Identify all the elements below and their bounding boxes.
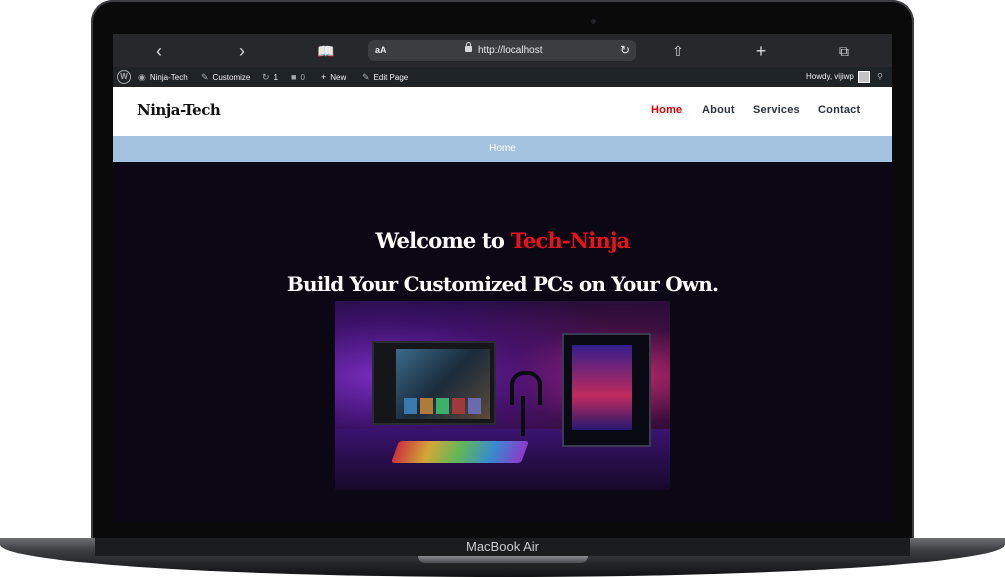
new-content-link[interactable]: + New bbox=[321, 67, 346, 87]
screen: ‹ › 📖 aA http://localhost ↻ ⇧ + ⧉ W ◉ Nin… bbox=[113, 34, 892, 521]
site-header: Ninja-Tech Home About Services Contact bbox=[113, 87, 892, 136]
camera-dot bbox=[591, 19, 596, 24]
updates-link[interactable]: ↻ 1 bbox=[262, 67, 278, 87]
tabs-icon[interactable]: ⧉ bbox=[832, 39, 856, 63]
site-logo[interactable]: Ninja-Tech bbox=[137, 101, 221, 119]
nav-about[interactable]: About bbox=[702, 104, 735, 116]
admin-site-link[interactable]: ◉ Ninja-Tech bbox=[138, 67, 188, 87]
hero-section: Welcome to Tech-Ninja Build Your Customi… bbox=[113, 162, 892, 521]
plus-icon: + bbox=[321, 72, 327, 82]
edit-page-link[interactable]: ✎ Edit Page bbox=[362, 67, 408, 87]
nav-contact[interactable]: Contact bbox=[818, 104, 860, 116]
new-tab-icon[interactable]: + bbox=[749, 39, 773, 63]
back-icon[interactable]: ‹ bbox=[147, 39, 171, 63]
laptop-notch bbox=[418, 556, 588, 563]
nav-home[interactable]: Home bbox=[651, 104, 682, 116]
avatar bbox=[857, 70, 870, 83]
text-size-button[interactable]: aA bbox=[375, 40, 387, 61]
reload-icon[interactable]: ↻ bbox=[620, 40, 630, 61]
nav-services[interactable]: Services bbox=[753, 104, 800, 116]
lock-icon bbox=[465, 42, 472, 52]
breadcrumb: Home bbox=[113, 136, 892, 162]
dashboard-icon: ◉ bbox=[138, 72, 146, 82]
updates-icon: ↻ bbox=[262, 72, 270, 82]
headset-graphic bbox=[510, 371, 542, 405]
customize-link[interactable]: ✎ Customize bbox=[201, 67, 250, 87]
hero-tagline: Build Your Customized PCs on Your Own. bbox=[286, 272, 719, 296]
hero-heading: Welcome to Tech-Ninja bbox=[375, 228, 630, 253]
url-text: http://localhost bbox=[478, 45, 543, 56]
wp-admin-bar: W ◉ Ninja-Tech ✎ Customize ↻ 1 ■ 0 + New ✎ Edi… bbox=[113, 67, 892, 87]
search-icon[interactable]: ⚲ bbox=[877, 67, 883, 87]
safari-toolbar: ‹ › 📖 aA http://localhost ↻ ⇧ + ⧉ bbox=[113, 34, 892, 67]
keyboard-graphic bbox=[390, 441, 530, 463]
comment-icon: ■ bbox=[291, 72, 297, 82]
reader-icon[interactable]: 📖 bbox=[314, 39, 338, 63]
comments-link[interactable]: ■ 0 bbox=[291, 67, 305, 87]
share-icon[interactable]: ⇧ bbox=[666, 39, 690, 63]
monitor-graphic bbox=[372, 341, 496, 425]
account-menu[interactable]: Howdy, vijiwp bbox=[806, 67, 870, 87]
address-bar[interactable]: aA http://localhost ↻ bbox=[368, 40, 636, 61]
brush-icon: ✎ bbox=[201, 72, 209, 82]
gaming-setup-image bbox=[335, 301, 670, 490]
device-label: MacBook Air bbox=[466, 539, 539, 554]
pencil-icon: ✎ bbox=[362, 72, 370, 82]
wordpress-icon[interactable]: W bbox=[117, 70, 131, 84]
forward-icon[interactable]: › bbox=[230, 39, 254, 63]
pc-tower-graphic bbox=[562, 333, 651, 447]
